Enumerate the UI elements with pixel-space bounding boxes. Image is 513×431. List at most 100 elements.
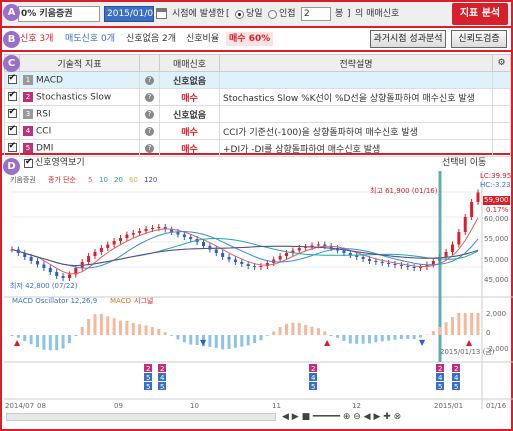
table-row[interactable]: 2Stochastics Slow ? 매수 Stochastics Slow …: [4, 88, 511, 106]
indicator-name: RSI: [36, 109, 51, 120]
macd-bar: [438, 327, 442, 335]
legend-stock: 키움증권: [10, 176, 36, 184]
candle-body: [221, 253, 225, 257]
candle-body: [393, 264, 397, 265]
candle-body: [253, 266, 257, 267]
macd-label: MACD Oscillator 12,26,9: [12, 297, 98, 305]
candle-body: [125, 234, 129, 238]
chart-scrollbar[interactable]: [6, 413, 276, 421]
none-count: 신호없음 2개: [126, 34, 176, 44]
price-axis-45000: 45,000: [484, 276, 509, 284]
legend-ma-60: 60: [129, 176, 138, 184]
macd-bar: [112, 318, 116, 335]
zoom-controls[interactable]: ◀ ▶ ■ ━━━━━ ⊕ ⊖ ◀ ▶ ✚ ⊗: [282, 412, 401, 422]
confidence-button[interactable]: 신뢰도검증: [451, 30, 507, 48]
help-icon[interactable]: ?: [145, 76, 154, 85]
macd-bar: [106, 316, 110, 335]
candle-body: [106, 244, 110, 248]
table-row[interactable]: 5DMI ? 매수 +DI가 -DI를 상향돌파하여 매수신호 발생: [4, 139, 511, 157]
candle-body: [246, 264, 250, 266]
macd-series: MACD: [110, 297, 131, 305]
table-row[interactable]: 4CCI ? 매수 CCI가 기준선(-100)을 상향돌파하여 매수신호 발생: [4, 122, 511, 140]
crosshair-date: 2015/01/13 (금): [440, 348, 495, 356]
macd-bar: [119, 320, 123, 335]
row-checkbox[interactable]: [7, 107, 17, 118]
stock-name-field[interactable]: 0% 키움증권: [18, 6, 100, 22]
macd-bar: [367, 335, 371, 344]
candle-body: [87, 256, 91, 262]
candle-body: [444, 252, 448, 257]
macd-bar: [450, 317, 454, 335]
radio-range[interactable]: [268, 10, 277, 19]
signal-cell: 매수: [159, 122, 220, 140]
macd-bar: [221, 335, 225, 350]
help-icon[interactable]: ?: [145, 144, 154, 153]
candle-body: [342, 250, 346, 253]
help-icon[interactable]: ?: [145, 127, 154, 136]
analyze-button[interactable]: 지표 분석: [452, 3, 508, 25]
option-today-label: 당일: [246, 9, 263, 19]
macd-bar: [195, 335, 199, 345]
description-cell: CCI가 기준선(-100)을 상향돌파하여 매수신호 발생: [219, 122, 493, 140]
signal-num-text: 5: [438, 383, 442, 391]
price-axis-50000: 50,000: [484, 256, 509, 264]
candle-body: [36, 261, 40, 265]
table-row[interactable]: 3RSI ? 신호없음: [4, 105, 511, 123]
help-icon[interactable]: ?: [145, 110, 154, 119]
help-icon[interactable]: ?: [145, 93, 154, 102]
range-input[interactable]: 2: [301, 7, 331, 21]
candle-body: [42, 264, 46, 268]
row-checkbox[interactable]: [7, 73, 17, 84]
macd-bar: [23, 335, 27, 341]
macd-bar: [182, 335, 186, 343]
signal-cell: 신호없음: [159, 71, 220, 89]
date-axis-3: 10: [190, 402, 199, 410]
macd-bar: [380, 335, 384, 342]
candle-body: [457, 232, 461, 245]
price-axis-60000: 60,000: [484, 215, 509, 223]
description-cell: [219, 105, 493, 123]
candle-body: [412, 267, 416, 268]
header-help: [139, 54, 160, 72]
macd-bar: [374, 335, 378, 343]
description-cell: [219, 71, 493, 89]
signal-arrow-icon: ▲: [14, 338, 21, 347]
row-checkbox[interactable]: [7, 90, 17, 101]
range-unit: 봉: [335, 9, 344, 19]
date-field[interactable]: 2015/01/01: [104, 6, 159, 22]
candle-body: [189, 237, 193, 239]
indicator-name: MACD: [36, 75, 63, 86]
macd-bar: [189, 335, 193, 345]
past-analysis-button[interactable]: 과거시점 성과분석: [370, 30, 446, 48]
current-change: 0.17%: [486, 206, 509, 214]
candle-body: [374, 261, 378, 262]
signal-cell: 매수: [159, 88, 220, 106]
settings-icon[interactable]: ⚙: [492, 54, 511, 72]
macd-bar: [297, 323, 301, 335]
calendar-icon[interactable]: [156, 8, 167, 19]
macd-bar: [470, 313, 474, 335]
row-checkbox[interactable]: [7, 124, 17, 135]
candle-body: [463, 217, 467, 232]
candle-body: [259, 266, 263, 267]
macd-bar: [476, 313, 480, 335]
macd-bar: [10, 335, 14, 336]
radio-today[interactable]: [235, 10, 244, 19]
macd-bar: [74, 335, 78, 336]
date-axis-6: 2015/01: [434, 402, 464, 410]
low-label: 최저 42,800 (07/22): [10, 282, 78, 290]
table-row[interactable]: 1MACD ? 신호없음: [4, 71, 511, 89]
macd-bar: [131, 323, 135, 335]
macd-bar: [412, 335, 416, 339]
macd-bar: [99, 313, 103, 335]
signal-num-text: 2: [311, 365, 315, 373]
candle-body: [112, 241, 116, 245]
macd-bar: [406, 335, 410, 339]
candle-body: [380, 262, 384, 263]
candle-body: [138, 231, 142, 233]
candle-body: [144, 229, 148, 231]
macd-bar: [329, 335, 333, 336]
row-checkbox[interactable]: [7, 141, 17, 152]
bracket-close: ]: [347, 9, 351, 19]
macd-bar: [227, 335, 231, 349]
